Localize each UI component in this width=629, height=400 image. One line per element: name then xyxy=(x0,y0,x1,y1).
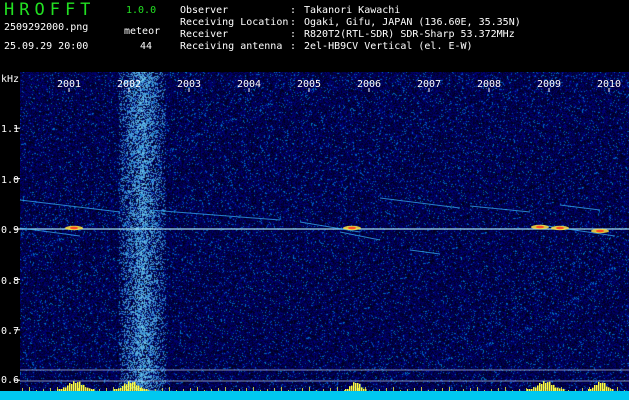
antenna-separator: : xyxy=(290,41,297,52)
freq-tick-label: 1.1 xyxy=(1,124,20,135)
time-tick-label: 2003 xyxy=(176,79,202,90)
capture-filename: 2509292000.png xyxy=(4,22,89,33)
time-tick-label: 2006 xyxy=(356,79,382,90)
receiver-value: R820T2(RTL-SDR) SDR-Sharp 53.372MHz xyxy=(304,29,515,40)
meteor-label: meteor xyxy=(124,26,161,37)
antenna-value: 2el-HB9CV Vertical (el. E-W) xyxy=(304,41,473,52)
receiver-label: Receiver xyxy=(180,29,229,40)
time-tick-label: 2007 xyxy=(416,79,442,90)
antenna-label: Receiving antenna xyxy=(180,41,283,52)
freq-unit-label: kHz xyxy=(1,74,20,85)
app-version: 1.0.0 xyxy=(126,5,157,16)
freq-tick-label: 0.7 xyxy=(1,326,20,337)
time-tick-label: 2010 xyxy=(596,79,622,90)
signal-baseline-left xyxy=(0,391,20,400)
freq-tick-label: 0.9 xyxy=(1,225,20,236)
receiver-separator: : xyxy=(290,29,297,40)
time-tick-label: 2005 xyxy=(296,79,322,90)
freq-tick-label: 0.6 xyxy=(1,375,20,386)
time-tick-label: 2002 xyxy=(116,79,142,90)
freq-tick-label: 1.0 xyxy=(1,175,20,186)
freq-tick-label: 0.8 xyxy=(1,276,20,287)
capture-timestamp: 25.09.29 20:00 xyxy=(4,41,89,52)
location-label: Receiving Location xyxy=(180,17,289,28)
location-value: Ogaki, Gifu, JAPAN (136.60E, 35.35N) xyxy=(304,17,521,28)
time-tick-label: 2004 xyxy=(236,79,262,90)
meteor-count: 44 xyxy=(140,41,153,52)
time-tick-label: 2009 xyxy=(536,79,562,90)
header-panel: HROFFT 1.0.0 2509292000.png 25.09.29 20:… xyxy=(0,0,629,72)
observer-separator: : xyxy=(290,5,297,16)
time-tick-label: 2008 xyxy=(476,79,502,90)
app-title: HROFFT xyxy=(4,0,96,20)
location-separator: : xyxy=(290,17,297,28)
time-tick-label: 2001 xyxy=(56,79,82,90)
observer-label: Observer xyxy=(180,5,229,16)
observer-value: Takanori Kawachi xyxy=(304,5,401,16)
spectrogram-display xyxy=(20,72,629,400)
